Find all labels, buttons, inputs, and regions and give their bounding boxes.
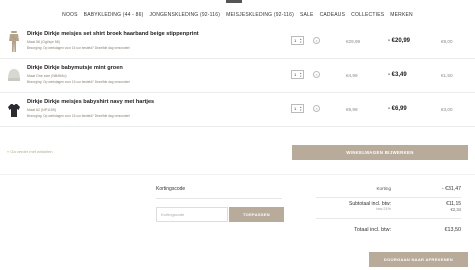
product-size: Maat 56 (Ogl/spr 56) <box>27 40 60 44</box>
quantity-stepper[interactable]: 1 ▲ ▼ <box>291 70 304 79</box>
quantity-stepper[interactable]: 1 ▲ ▼ <box>291 36 304 45</box>
product-size: Maat One size (NB/6Mo) <box>27 74 67 78</box>
apply-coupon-button[interactable]: TOEPASSEN <box>229 207 284 222</box>
row-total: €3,00 <box>441 107 453 112</box>
divider <box>156 198 282 199</box>
update-cart-button[interactable]: WINKELWAGEN BIJWERKEN <box>292 145 468 160</box>
divider <box>316 218 461 219</box>
row-total: €1,50 <box>441 73 453 78</box>
main-navigation: NOOS BABYKLEDING (44 - 86) JONGENSKLEDIN… <box>0 12 475 24</box>
quantity-value: 1 <box>294 72 297 77</box>
divider <box>316 197 461 198</box>
product-title[interactable]: Dirkje Dirkje babymutsje mint groen <box>27 65 123 71</box>
product-title[interactable]: Dirkje Dirkje meisjes babyshirt navy met… <box>27 99 154 105</box>
coupon-heading: Kortingscode <box>156 186 186 192</box>
top-strip <box>0 0 475 9</box>
quantity-stepper[interactable]: 1 ▲ ▼ <box>291 104 304 113</box>
delivery-note: Bezorging: Op werkdagen voor 15 uur best… <box>27 80 131 84</box>
nav-item-sale[interactable]: SALE <box>300 12 314 24</box>
discount-value: - €31,47 <box>441 186 461 192</box>
remove-item-button[interactable]: × <box>313 71 320 78</box>
checkout-button[interactable]: DOORGAAN NAAR AFREKENEN <box>369 252 468 267</box>
nav-item-babykleding[interactable]: BABYKLEDING (44 - 86) <box>84 12 144 24</box>
old-price: €4,99 <box>346 73 358 78</box>
divider <box>0 174 475 175</box>
remove-item-button[interactable]: × <box>313 37 320 44</box>
vat-value: €2,34 <box>450 207 461 212</box>
remove-item-button[interactable]: × <box>313 105 320 112</box>
discount-price: - €20,99 <box>388 38 411 44</box>
total-label: Totaal incl. btw: <box>354 227 391 233</box>
total-value: €13,50 <box>444 227 462 233</box>
product-size: Maat 62 (NP1159) <box>27 108 57 112</box>
discount-price: - €6,99 <box>388 106 407 112</box>
nav-item-merken[interactable]: MERKEN <box>390 12 413 24</box>
stepper-arrows-icon[interactable]: ▲ ▼ <box>300 72 302 78</box>
delivery-note: Bezorging: Op werkdagen voor 15 uur best… <box>27 114 131 118</box>
delivery-note: Bezorging: Op werkdagen voor 15 uur best… <box>27 46 131 50</box>
product-title[interactable]: Dirkje Dirkje meisjes set shirt broek ha… <box>27 31 199 37</box>
outfit-thumbnail[interactable] <box>7 31 21 53</box>
stepper-arrows-icon[interactable]: ▲ ▼ <box>300 38 302 44</box>
vat-label: btw 21% <box>376 207 391 211</box>
cart-row: Dirkje Dirkje meisjes set shirt broek ha… <box>0 27 475 59</box>
cart-row: Dirkje Dirkje babymutsje mint groen Maat… <box>0 61 475 93</box>
nav-item-jongenskleding[interactable]: JONGENSKLEDING (92-116) <box>149 12 220 24</box>
quantity-value: 1 <box>294 38 297 43</box>
old-price: €9,99 <box>346 107 358 112</box>
logo-fragment <box>226 0 242 3</box>
discount-label: Korting <box>376 186 391 191</box>
continue-shopping-link[interactable]: « Ga verder met winkelen <box>7 149 53 154</box>
hat-thumbnail[interactable] <box>7 65 21 87</box>
nav-item-cadeaus[interactable]: CADEAUS <box>320 12 346 24</box>
nav-item-noos[interactable]: NOOS <box>62 12 78 24</box>
nav-item-collecties[interactable]: COLLECTIES <box>351 12 384 24</box>
quantity-value: 1 <box>294 106 297 111</box>
old-price: €29,99 <box>346 39 361 44</box>
shirt-thumbnail[interactable] <box>7 99 21 121</box>
row-total: €9,00 <box>441 39 453 44</box>
stepper-arrows-icon[interactable]: ▲ ▼ <box>300 106 302 112</box>
nav-item-meisjeskleding[interactable]: MEISJESKLEDING (92-116) <box>226 12 294 24</box>
coupon-input[interactable]: Kortingscode <box>156 207 228 222</box>
discount-price: - €3,49 <box>388 72 407 78</box>
cart-row: Dirkje Dirkje meisjes babyshirt navy met… <box>0 95 475 127</box>
